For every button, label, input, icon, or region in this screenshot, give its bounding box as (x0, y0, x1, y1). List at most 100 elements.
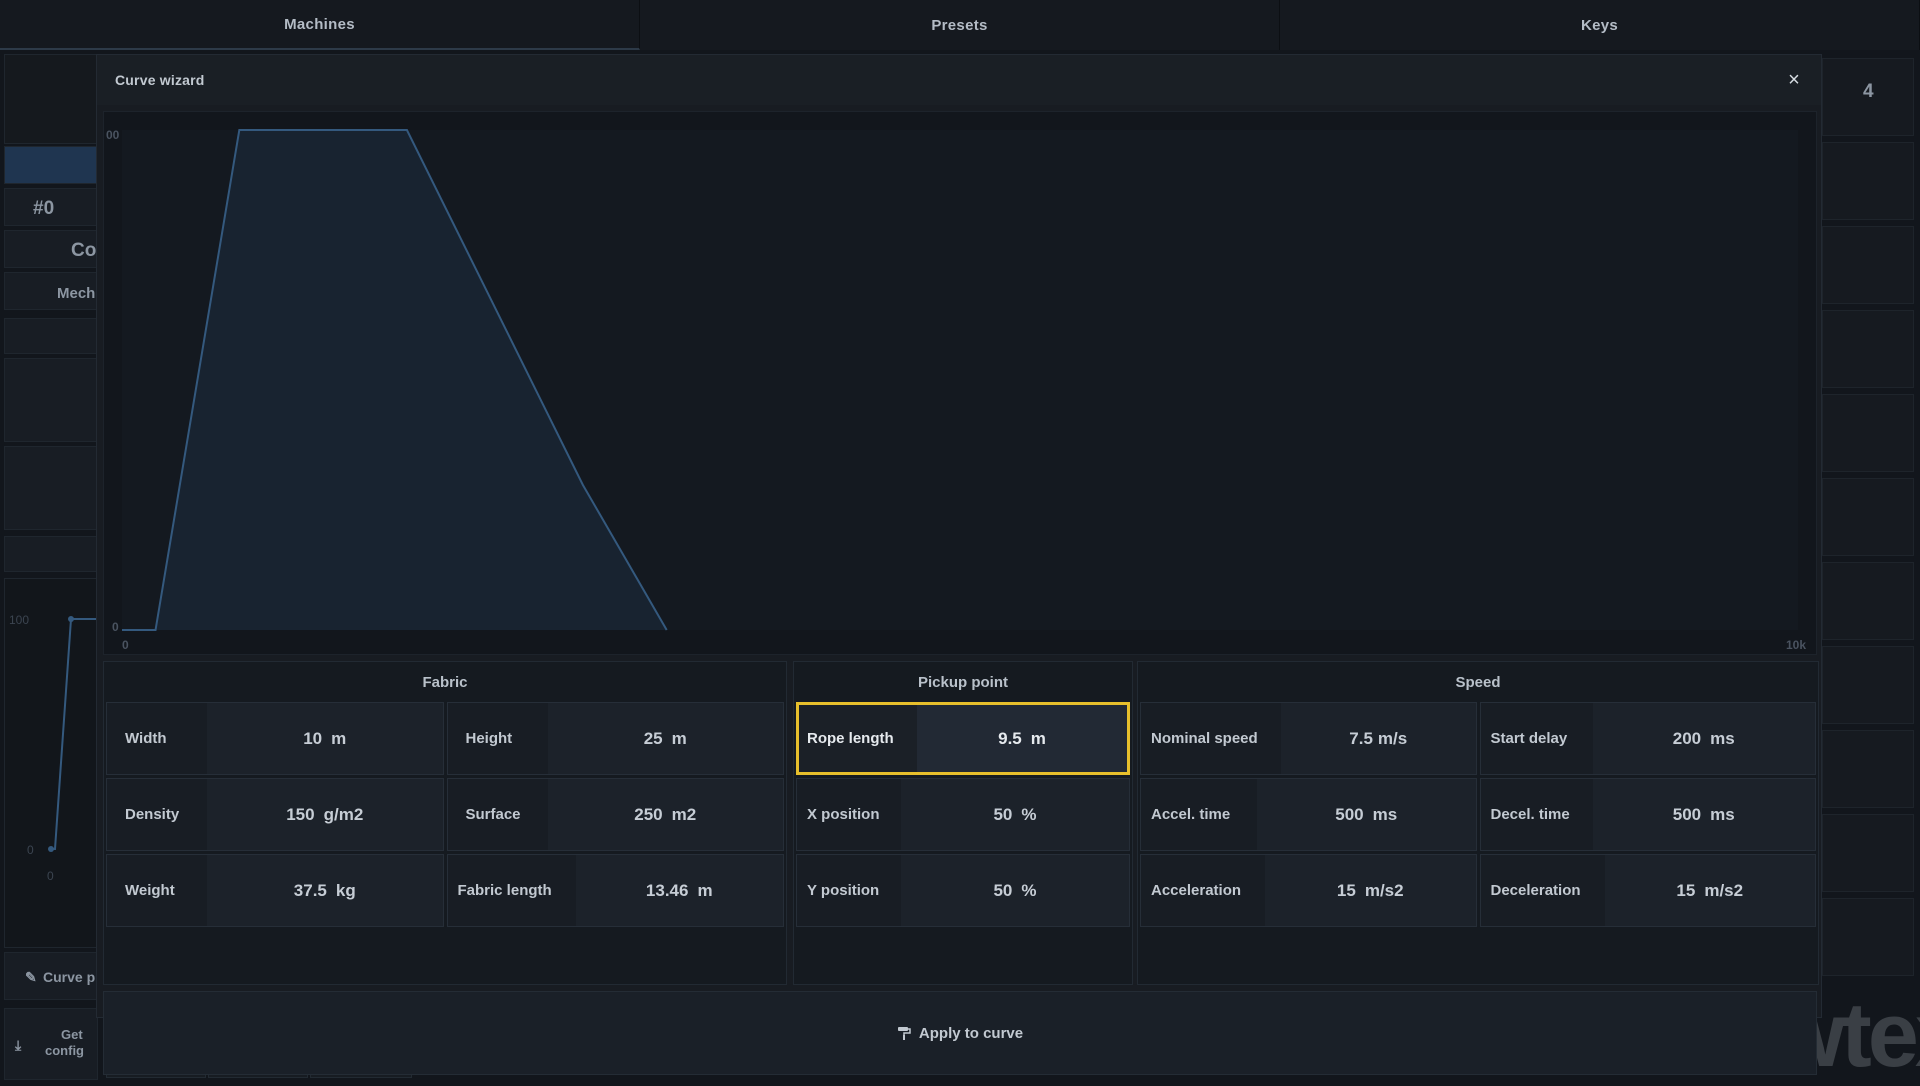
x-tick-start-label: 0 (122, 638, 129, 652)
background-co-row: Co (4, 230, 98, 268)
nominal-speed-param[interactable]: Nominal speed 7.5 m/s (1140, 702, 1477, 775)
nominal-speed-value[interactable]: 7.5 m/s (1281, 703, 1476, 774)
height-value[interactable]: 25 m (547, 703, 783, 774)
background-right-cell[interactable] (1822, 226, 1914, 304)
background-mech-label: Mech (57, 285, 96, 302)
apply-to-curve-button[interactable]: Apply to curve (103, 991, 1817, 1075)
width-label: Width (107, 703, 207, 774)
height-param[interactable]: Height 25 m (446, 702, 784, 775)
background-id-label: #0 (33, 198, 55, 219)
apply-to-curve-label: Apply to curve (918, 1024, 1024, 1042)
background-right-cell[interactable] (1822, 562, 1914, 640)
rope-length-label: Rope length (799, 705, 917, 772)
background-row (4, 358, 98, 442)
density-param[interactable]: Density 150 g/m2 (106, 778, 444, 851)
weight-param[interactable]: Weight 37.5 kg (106, 854, 444, 927)
width-param[interactable]: Width 10 m (106, 702, 444, 775)
accel-time-value[interactable]: 500 ms (1257, 779, 1476, 850)
background-row (4, 318, 98, 354)
weight-label: Weight (107, 855, 207, 926)
pickup-point-group: Pickup point Rope length 9.5 m X position… (793, 661, 1133, 985)
close-button[interactable]: × (1781, 67, 1807, 93)
background-right-cell[interactable] (1822, 478, 1914, 556)
y-position-param[interactable]: Y position 50% (796, 854, 1130, 927)
modal-title: Curve wizard (115, 72, 205, 88)
start-delay-label: Start delay (1480, 703, 1593, 774)
background-right-number: 4 (1863, 81, 1874, 102)
surface-param[interactable]: Surface 250 m2 (446, 778, 784, 851)
x-position-value[interactable]: 50% (901, 779, 1129, 850)
y-tick-top-label: 00 (106, 128, 120, 142)
close-icon: × (1788, 68, 1800, 91)
decel-time-label: Decel. time (1480, 779, 1593, 850)
background-selected-row (4, 146, 98, 184)
background-id-row: #0 (4, 188, 98, 226)
background-left-panel: #0 Co Mech 100 0 0 ✎ Curve p ⤓ Get confi… (0, 50, 99, 1080)
background-right-cell[interactable] (1822, 898, 1914, 976)
background-right-cell[interactable] (1822, 730, 1914, 808)
tab-presets[interactable]: Presets (640, 0, 1280, 50)
start-delay-param[interactable]: Start delay 200 ms (1479, 702, 1816, 775)
deceleration-value[interactable]: 15 m/s2 (1604, 855, 1815, 926)
pickup-point-group-title: Pickup point (918, 673, 1008, 691)
tab-machines[interactable]: Machines (0, 0, 640, 50)
nominal-speed-label: Nominal speed (1141, 703, 1281, 774)
background-mini-chart-svg (48, 616, 99, 852)
background-right-cell[interactable] (1822, 646, 1914, 724)
x-position-label: X position (797, 779, 901, 850)
y-position-value[interactable]: 50% (901, 855, 1129, 926)
y-tick-bottom-label: 0 (112, 620, 119, 634)
surface-label: Surface (447, 779, 548, 850)
deceleration-param[interactable]: Deceleration 15 m/s2 (1479, 854, 1816, 927)
modal-header: Curve wizard × (97, 55, 1821, 105)
fabric-length-param[interactable]: Fabric length 13.46 m (446, 854, 784, 927)
fabric-group-title: Fabric (422, 673, 468, 691)
fabric-length-value[interactable]: 13.46 m (575, 855, 783, 926)
background-right-cell[interactable] (1822, 142, 1914, 220)
background-row (4, 446, 98, 530)
speed-group: Speed Nominal speed 7.5 m/s Start delay 2… (1137, 661, 1819, 985)
x-position-param[interactable]: X position 50% (796, 778, 1130, 851)
background-get-config-line2: config (45, 1043, 84, 1058)
rope-length-param[interactable]: Rope length 9.5 m (796, 702, 1130, 775)
rope-length-value[interactable]: 9.5 m (917, 705, 1127, 772)
background-get-config-button[interactable]: ⤓ Get config (4, 1008, 98, 1080)
y-position-label: Y position (797, 855, 901, 926)
background-get-config-line1: Get (61, 1027, 83, 1042)
start-delay-value[interactable]: 200 ms (1592, 703, 1815, 774)
background-mini-x-start: 0 (47, 869, 54, 883)
fabric-length-label: Fabric length (447, 855, 576, 926)
speed-group-title: Speed (1455, 673, 1501, 691)
width-value[interactable]: 10 m (207, 703, 443, 774)
deceleration-label: Deceleration (1480, 855, 1605, 926)
decel-time-value[interactable]: 500 ms (1592, 779, 1815, 850)
paint-roller-icon (897, 1027, 911, 1040)
x-tick-end-label: 10k (1786, 638, 1806, 652)
curve-chart-svg[interactable]: 00 0 0 10k (104, 112, 1816, 654)
background-right-cell[interactable] (1822, 310, 1914, 388)
accel-time-label: Accel. time (1141, 779, 1257, 850)
curve-chart[interactable]: 00 0 0 10k (103, 111, 1817, 655)
surface-value[interactable]: 250 m2 (547, 779, 783, 850)
background-mini-y-bottom: 0 (27, 843, 34, 857)
background-right-cell[interactable] (1822, 394, 1914, 472)
background-mini-chart: 100 0 0 (4, 578, 99, 948)
background-right-cell[interactable]: 4 (1822, 58, 1914, 136)
background-mini-y-top: 100 (9, 613, 30, 627)
accel-time-param[interactable]: Accel. time 500 ms (1140, 778, 1477, 851)
acceleration-value[interactable]: 15 m/s2 (1265, 855, 1476, 926)
fabric-group: Fabric Width 10 m Height 25 m Density 150 g… (103, 661, 787, 985)
density-value[interactable]: 150 g/m2 (207, 779, 443, 850)
density-label: Density (107, 779, 207, 850)
acceleration-label: Acceleration (1141, 855, 1265, 926)
decel-time-param[interactable]: Decel. time 500 ms (1479, 778, 1816, 851)
background-curve-button-label: Curve p (43, 969, 96, 985)
background-curve-button[interactable]: ✎ Curve p (4, 952, 98, 1000)
acceleration-param[interactable]: Acceleration 15 m/s2 (1140, 854, 1477, 927)
weight-value[interactable]: 37.5 kg (207, 855, 443, 926)
height-label: Height (447, 703, 548, 774)
background-row (4, 536, 98, 572)
background-mech-row: Mech (4, 272, 98, 310)
background-right-cell[interactable] (1822, 814, 1914, 892)
tab-keys[interactable]: Keys (1280, 0, 1920, 50)
